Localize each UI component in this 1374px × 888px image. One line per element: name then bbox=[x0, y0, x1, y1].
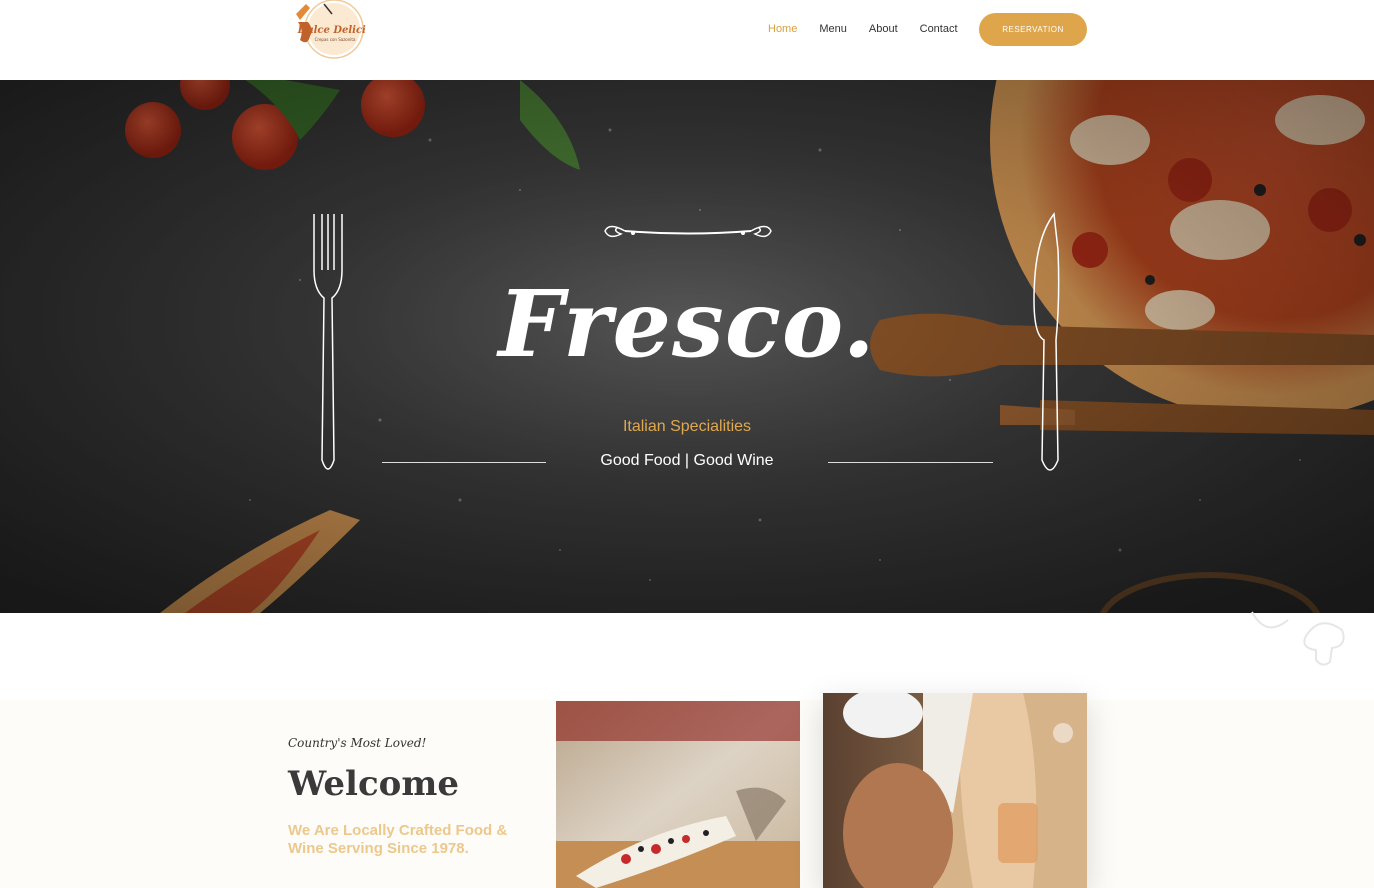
hero-title: Fresco. bbox=[498, 270, 876, 378]
mushroom-doodle-icon bbox=[1251, 611, 1345, 666]
site-header: Dulce Delicia Crepas con Sazonita Home M… bbox=[0, 0, 1374, 80]
main-nav: Home Menu About Contact bbox=[768, 22, 980, 36]
svg-text:Dulce Delicia: Dulce Delicia bbox=[297, 25, 366, 36]
svg-text:Crepas con Sazonita: Crepas con Sazonita bbox=[315, 37, 356, 42]
welcome-subtitle: We Are Locally Crafted Food & Wine Servi… bbox=[288, 822, 508, 857]
hero-banner: Fresco. Italian Specialities Good Food |… bbox=[0, 80, 1374, 613]
welcome-kicker: Country's Most Loved! bbox=[288, 736, 427, 750]
welcome-title: Welcome bbox=[288, 764, 459, 804]
nav-about[interactable]: About bbox=[869, 22, 898, 36]
hero-divider-right bbox=[828, 462, 993, 463]
reservation-button[interactable]: RESERVATION bbox=[979, 13, 1087, 46]
hero-subtitle: Italian Specialities bbox=[622, 418, 752, 435]
pizza-slice-photo bbox=[556, 701, 800, 888]
nav-home[interactable]: Home bbox=[768, 22, 797, 36]
site-logo[interactable]: Dulce Delicia Crepas con Sazonita bbox=[288, 0, 372, 60]
woman-drinking-photo bbox=[823, 693, 1087, 888]
ornament-divider-icon bbox=[604, 225, 772, 238]
nav-contact[interactable]: Contact bbox=[920, 22, 958, 36]
nav-menu[interactable]: Menu bbox=[819, 22, 847, 36]
hero-tagline: Good Food | Good Wine bbox=[600, 452, 774, 469]
